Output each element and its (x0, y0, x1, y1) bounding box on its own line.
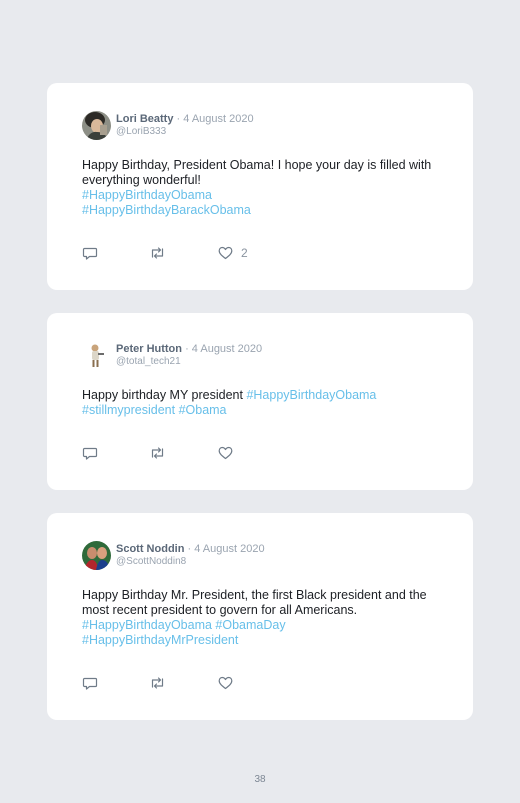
reply-icon (82, 677, 98, 690)
author-name[interactable]: Peter Hutton (116, 343, 182, 355)
like-button[interactable] (218, 675, 233, 691)
hashtag-link[interactable]: #HappyBirthdayBarackObama (82, 203, 251, 217)
tweet-header: Scott Noddin · 4 August 2020 (116, 543, 265, 556)
avatar[interactable] (82, 341, 111, 370)
header-separator: · (176, 113, 181, 125)
tweet-text: Happy Birthday Mr. President, the first … (82, 588, 427, 617)
retweet-button[interactable] (149, 445, 166, 461)
avatar-photo (82, 111, 111, 140)
retweet-icon (151, 447, 164, 459)
reply-button[interactable] (82, 675, 98, 691)
author-handle[interactable]: @total_tech21 (116, 356, 181, 368)
tweet-body: Happy Birthday Mr. President, the first … (82, 588, 447, 648)
retweet-button[interactable] (149, 245, 166, 261)
like-count: 2 (241, 246, 248, 260)
retweet-icon (151, 677, 164, 689)
tweet-card: Scott Noddin · 4 August 2020 @ScottNoddi… (47, 513, 473, 720)
hashtag-link[interactable]: #stillmypresident #Obama (82, 403, 227, 417)
header-separator: · (185, 343, 189, 355)
tweet-date[interactable]: 4 August 2020 (194, 543, 264, 555)
hashtag-link[interactable]: #HappyBirthdayMrPresident (82, 633, 238, 647)
tweet-actions (82, 675, 282, 691)
avatar[interactable] (82, 541, 111, 570)
reply-button[interactable] (82, 445, 98, 461)
tweet-text: Happy birthday MY president (82, 388, 247, 402)
tweet-actions (82, 445, 282, 461)
like-icon (218, 446, 233, 460)
author-handle[interactable]: @ScottNoddin8 (116, 556, 186, 568)
reply-icon (82, 247, 98, 260)
hashtag-link[interactable]: #HappyBirthdayObama (246, 388, 376, 402)
tweet-body: Happy Birthday, President Obama! I hope … (82, 158, 447, 218)
tweet-date[interactable]: 4 August 2020 (183, 113, 253, 125)
retweet-icon (151, 247, 164, 259)
avatar-photo (82, 541, 111, 570)
avatar-photo (82, 341, 111, 370)
tweet-text: Happy Birthday, President Obama! I hope … (82, 158, 432, 187)
like-button[interactable]: 2 (218, 245, 248, 261)
retweet-button[interactable] (149, 675, 166, 691)
tweet-actions: 2 (82, 245, 282, 261)
author-name[interactable]: Lori Beatty (116, 113, 173, 125)
tweet-body: Happy birthday MY president #HappyBirthd… (82, 388, 447, 418)
author-handle[interactable]: @LoriB333 (116, 126, 166, 138)
like-button[interactable] (218, 445, 233, 461)
like-icon (218, 676, 233, 690)
reply-button[interactable] (82, 245, 98, 261)
tweet-card: Lori Beatty · 4 August 2020 @LoriB333 Ha… (47, 83, 473, 290)
like-icon (218, 246, 233, 260)
hashtag-link[interactable]: #HappyBirthdayObama #ObamaDay (82, 618, 286, 632)
author-name[interactable]: Scott Noddin (116, 543, 184, 555)
header-separator: · (187, 543, 192, 555)
reply-icon (82, 447, 98, 460)
hashtag-link[interactable]: #HappyBirthdayObama (82, 188, 212, 202)
page-number: 38 (254, 774, 266, 785)
tweet-card: Peter Hutton · 4 August 2020 @total_tech… (47, 313, 473, 490)
tweet-header: Peter Hutton · 4 August 2020 (116, 343, 262, 356)
tweet-header: Lori Beatty · 4 August 2020 (116, 113, 254, 126)
tweet-date[interactable]: 4 August 2020 (192, 343, 262, 355)
avatar[interactable] (82, 111, 111, 140)
